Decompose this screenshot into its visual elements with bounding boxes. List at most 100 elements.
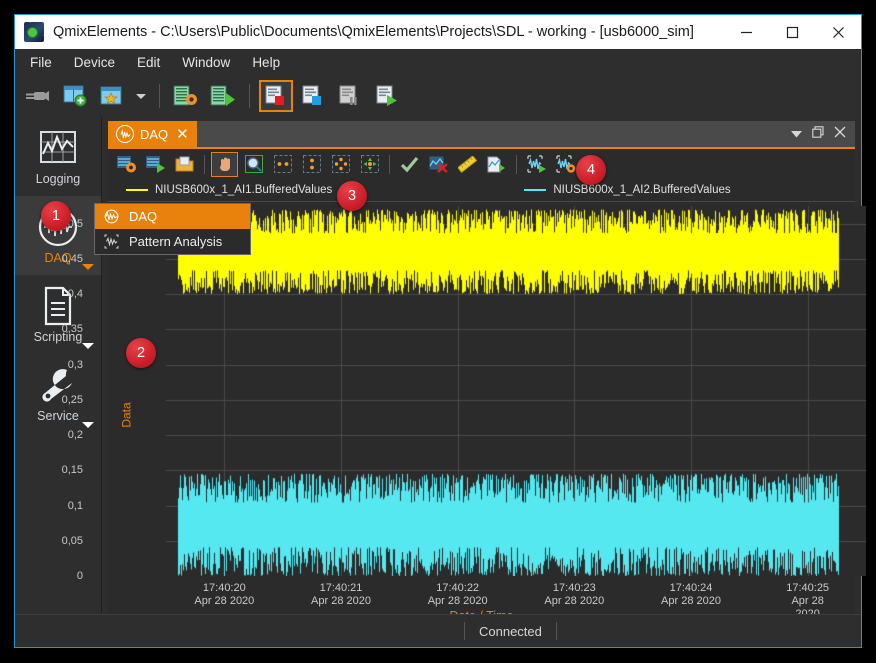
chart-legend: NIUSB600x_1_AI1.BufferedValues NIUSB600x…	[108, 179, 855, 202]
open-folder-icon[interactable]	[171, 152, 198, 177]
chart-plot-area[interactable]: Data Date / Time 00,050,10,150,20,250,30…	[62, 202, 866, 627]
waveform-circle-icon	[103, 208, 120, 225]
app-icon	[24, 22, 44, 42]
menu-file[interactable]: File	[19, 51, 63, 74]
zoom-magnifier-icon[interactable]	[240, 152, 267, 177]
sidebar-caret-daq-icon[interactable]	[82, 264, 94, 270]
chart-y-tick: 0,25	[61, 393, 83, 406]
dock-close-icon[interactable]	[834, 125, 846, 143]
menu-bar: File Device Edit Window Help	[15, 49, 861, 75]
menu-device[interactable]: Device	[63, 51, 126, 74]
maximize-button[interactable]	[769, 15, 815, 49]
menu-help[interactable]: Help	[241, 51, 291, 74]
title-bar: QmixElements - C:\Users\Public\Documents…	[15, 15, 861, 49]
toolbar-separator	[159, 84, 160, 108]
annotation-badge-3: 3	[337, 181, 367, 211]
legend-entry-ai2: NIUSB600x_1_AI2.BufferedValues	[524, 184, 731, 196]
zoom-vertical-icon[interactable]	[298, 152, 325, 177]
tab-label-daq: DAQ	[140, 126, 169, 142]
chart-x-tick: 17:40:23 Apr 28 2020	[544, 582, 604, 608]
chart-x-tick-date: Apr 28 2020	[661, 595, 721, 607]
chart-y-tick: 0,05	[61, 534, 83, 547]
sidebar-caret-service-icon[interactable]	[82, 422, 94, 428]
pan-hand-icon[interactable]	[211, 151, 238, 177]
menu-window[interactable]: Window	[171, 51, 241, 74]
open-project-dropdown-icon[interactable]	[132, 80, 150, 112]
clear-chart-icon[interactable]	[425, 152, 452, 177]
chart-y-tick: 0,15	[61, 464, 83, 477]
legend-swatch-ai1	[126, 189, 148, 191]
ruler-icon[interactable]	[454, 152, 481, 177]
sidebar-caret-scripting-icon[interactable]	[82, 343, 94, 349]
new-project-icon[interactable]	[58, 80, 92, 112]
chart-x-tick-time: 17:40:22	[436, 582, 480, 594]
menu-edit[interactable]: Edit	[126, 51, 171, 74]
annotation-badge-1: 1	[41, 201, 71, 231]
tab-daq[interactable]: DAQ ✕	[108, 121, 197, 147]
chart-y-tick: 0,4	[67, 288, 83, 301]
dock-area: DAQ ✕ NIUSB600x_1_AI1.BufferedValues NIU…	[62, 117, 866, 627]
chart-x-tick: 17:40:20 Apr 28 2020	[194, 582, 254, 608]
log-copy-icon[interactable]	[296, 80, 330, 112]
trace-run-icon[interactable]	[523, 152, 550, 177]
open-favorite-project-icon[interactable]	[95, 80, 129, 112]
script-run-icon[interactable]	[206, 80, 240, 112]
popup-label-pattern-analysis: Pattern Analysis	[129, 234, 223, 249]
window-title: QmixElements - C:\Users\Public\Documents…	[53, 24, 694, 40]
minimize-button[interactable]	[723, 15, 769, 49]
configure-channels-icon[interactable]	[113, 152, 140, 177]
chart-x-tick: 17:40:21 Apr 28 2020	[311, 582, 371, 608]
waveform-circle-icon	[116, 125, 134, 143]
tab-list-chevron-down-icon[interactable]	[791, 125, 802, 143]
application-window: QmixElements - C:\Users\Public\Documents…	[14, 14, 866, 648]
chart-x-tick-date: Apr 28 2020	[544, 595, 605, 607]
start-acquisition-icon[interactable]	[142, 152, 169, 177]
annotation-badge-2: 2	[126, 338, 156, 368]
legend-label-ai2: NIUSB600x_1_AI2.BufferedValues	[553, 184, 731, 196]
zoom-all-icon[interactable]	[356, 152, 383, 177]
status-bar: Connected	[15, 614, 861, 647]
restore-icon[interactable]	[812, 125, 824, 143]
chart-y-tick: 0,3	[67, 358, 83, 371]
disconnect-plug-icon[interactable]	[21, 80, 55, 112]
window-controls	[723, 15, 861, 49]
chart-y-tick: 0	[76, 570, 83, 582]
chart-x-tick-time: 17:40:20	[202, 582, 246, 594]
chevron-down-icon	[136, 93, 146, 99]
chart-toolbar	[108, 149, 855, 179]
close-button[interactable]	[815, 15, 861, 49]
log-start-icon[interactable]	[370, 80, 404, 112]
chart-x-tick-time: 17:40:25	[786, 582, 830, 594]
trace-settings-icon[interactable]	[552, 152, 579, 177]
chart-toolbar-separator	[516, 154, 517, 174]
chart-x-tick: 17:40:22 Apr 28 2020	[428, 582, 488, 608]
chart-toolbar-separator	[389, 154, 390, 174]
zoom-fit-icon[interactable]	[327, 152, 354, 177]
sidebar-item-scripting[interactable]: Scripting	[15, 275, 101, 354]
sidebar-item-logging[interactable]: Logging	[15, 117, 101, 196]
legend-swatch-ai2	[524, 189, 547, 191]
status-connection-text: Connected	[464, 622, 557, 640]
chart-y-tick: 0,1	[67, 499, 83, 512]
sidebar-label-service: Service	[37, 409, 79, 423]
apply-check-icon[interactable]	[396, 152, 423, 177]
chart-x-tick-date: Apr 28 2020	[194, 595, 255, 607]
popup-item-pattern-analysis[interactable]: Pattern Analysis	[95, 229, 250, 254]
chart-x-tick-date: Apr 28 2020	[427, 595, 488, 607]
log-pause-icon[interactable]	[333, 80, 367, 112]
chart-x-tick-date: Apr 28 2020	[311, 595, 371, 607]
script-configure-icon[interactable]	[169, 80, 203, 112]
sidebar-label-logging: Logging	[35, 172, 81, 186]
tab-bar-controls	[791, 121, 855, 147]
zoom-horizontal-icon[interactable]	[269, 152, 296, 177]
main-toolbar	[15, 75, 861, 117]
chart-x-tick: 17:40:24 Apr 28 2020	[661, 582, 721, 608]
chart-y-tick: 0,45	[61, 252, 83, 265]
chart-canvas[interactable]	[166, 206, 866, 576]
popup-label-daq: DAQ	[129, 209, 158, 224]
log-stop-icon[interactable]	[259, 80, 293, 112]
tab-close-icon[interactable]: ✕	[176, 127, 189, 142]
export-chart-icon[interactable]	[483, 152, 510, 177]
popup-item-daq[interactable]: DAQ	[95, 204, 250, 229]
chart-x-tick-time: 17:40:23	[552, 582, 596, 594]
